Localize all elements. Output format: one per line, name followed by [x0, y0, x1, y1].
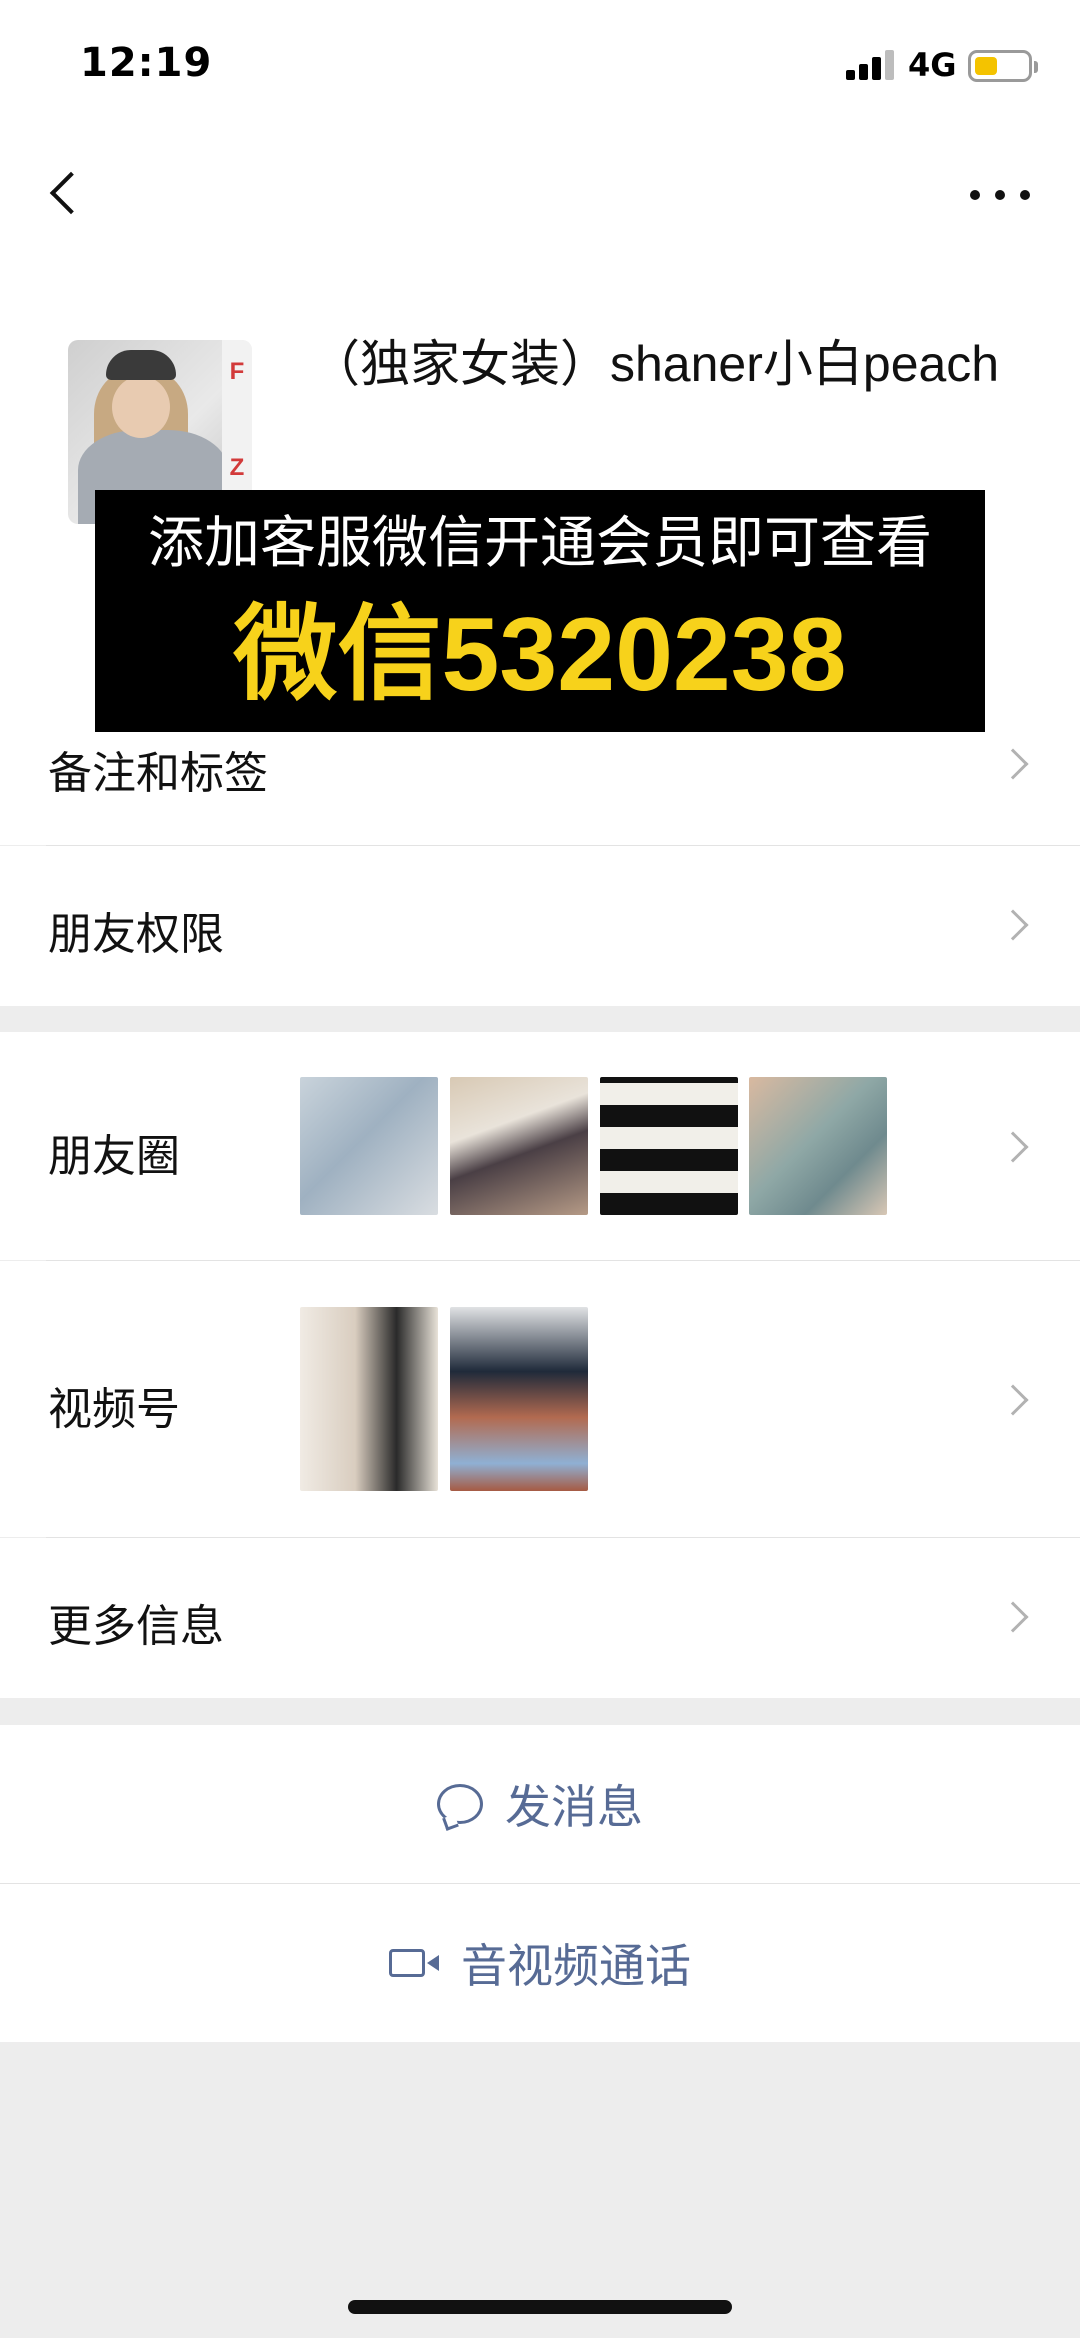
avatar-text-f: F	[229, 358, 245, 385]
video-camera-icon	[389, 1947, 439, 1979]
channels-thumb	[450, 1307, 588, 1491]
row-friend-permissions-label: 朋友权限	[48, 909, 224, 960]
chat-bubble-icon	[437, 1784, 483, 1824]
contact-profile-screen: 12:19 4G F Z （独家女装）shaner小白peach 添加客服微信开…	[0, 0, 1080, 2338]
profile-name: （独家女装）shaner小白peach	[310, 336, 1000, 392]
chevron-right-icon	[997, 1384, 1029, 1416]
promo-line2: 微信5320238	[233, 597, 847, 713]
chevron-right-icon	[997, 1601, 1029, 1633]
promo-line1: 添加客服微信开通会员即可查看	[148, 511, 932, 574]
status-time: 12:19	[80, 40, 213, 86]
signal-icon	[846, 48, 898, 80]
send-message-label: 发消息	[505, 1780, 643, 1834]
moments-thumb	[600, 1077, 738, 1215]
channels-thumb	[300, 1307, 438, 1491]
network-type: 4G	[908, 46, 957, 84]
promo-overlay: 添加客服微信开通会员即可查看 微信5320238	[95, 490, 985, 732]
row-moments-label: 朋友圈	[48, 1131, 180, 1182]
chevron-right-icon	[997, 909, 1029, 941]
row-more-info-label: 更多信息	[48, 1601, 224, 1652]
battery-icon	[968, 50, 1038, 82]
status-bar: 12:19 4G	[0, 0, 1080, 130]
moments-thumb	[300, 1077, 438, 1215]
row-friend-permissions[interactable]: 朋友权限	[0, 846, 1080, 1006]
moments-thumb	[450, 1077, 588, 1215]
back-chevron-icon[interactable]	[44, 160, 94, 230]
chevron-right-icon	[997, 1131, 1029, 1163]
chevron-right-icon	[997, 748, 1029, 780]
row-more-info[interactable]: 更多信息	[0, 1538, 1080, 1698]
row-moments[interactable]: 朋友圈	[0, 1032, 1080, 1260]
row-channels[interactable]: 视频号	[0, 1261, 1080, 1537]
row-channels-label: 视频号	[48, 1384, 180, 1435]
send-message-button[interactable]: 发消息	[0, 1725, 1080, 1883]
nav-bar	[0, 130, 1080, 260]
av-call-label: 音视频通话	[461, 1939, 691, 1993]
avatar-text-z: Z	[229, 454, 245, 481]
more-options-icon[interactable]	[970, 170, 1030, 220]
row-notes-tags-label: 备注和标签	[48, 748, 268, 799]
av-call-button[interactable]: 音视频通话	[0, 1884, 1080, 2042]
home-indicator	[348, 2300, 732, 2314]
moments-thumb	[749, 1077, 887, 1215]
